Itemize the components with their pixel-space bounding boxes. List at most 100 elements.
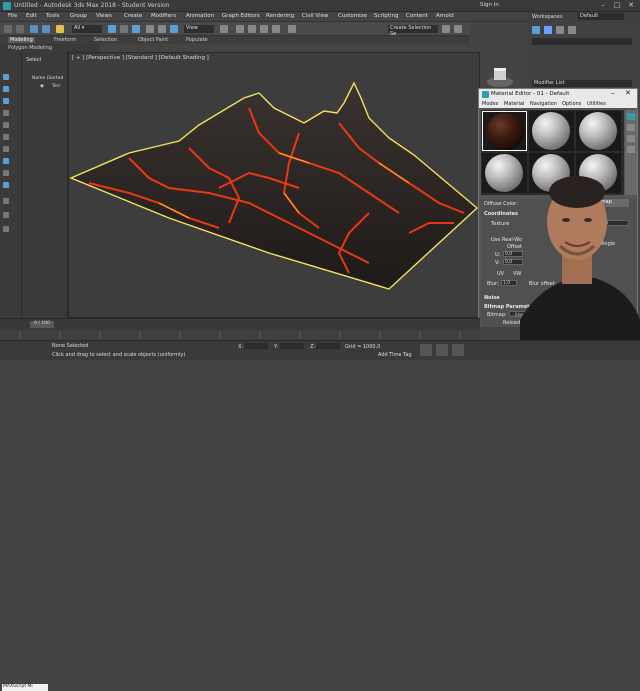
me-menu-material[interactable]: Material — [504, 101, 524, 107]
display-xrefs-icon[interactable] — [3, 170, 9, 176]
pivot-icon[interactable] — [220, 25, 228, 33]
material-slot-1[interactable] — [482, 111, 527, 151]
ribbon-tab-freeform[interactable]: Freeform — [54, 37, 76, 43]
named-selection-set[interactable]: Create Selection Se — [388, 25, 438, 37]
maximize-icon[interactable]: □ — [610, 1, 624, 11]
menu-content[interactable]: Content — [406, 13, 428, 19]
menu-modifiers[interactable]: Modifiers — [151, 13, 176, 19]
next-frame-icon[interactable] — [436, 344, 448, 356]
display-shapes-icon[interactable] — [3, 98, 9, 104]
object-name-field[interactable] — [532, 38, 632, 45]
motion-tab-icon[interactable] — [568, 26, 576, 34]
menu-group[interactable]: Group — [70, 13, 87, 19]
unlink-icon[interactable] — [42, 25, 50, 33]
background-icon[interactable] — [627, 135, 635, 142]
select-by-name-icon[interactable] — [120, 25, 128, 33]
display-spacewarps-icon[interactable] — [3, 146, 9, 152]
me-menu-options[interactable]: Options — [562, 101, 581, 107]
menu-animation[interactable]: Animation — [186, 13, 214, 19]
sign-in[interactable]: Sign In — [480, 2, 499, 8]
bind-space-warp-icon[interactable] — [56, 25, 64, 33]
invert-display-icon[interactable] — [3, 226, 9, 232]
align-icon[interactable] — [454, 25, 462, 33]
mirror-icon[interactable] — [442, 25, 450, 33]
rotate-icon[interactable] — [158, 25, 166, 33]
move-icon[interactable] — [146, 25, 154, 33]
coord-z-field[interactable] — [316, 343, 340, 349]
edit-named-selection-icon[interactable] — [288, 25, 296, 33]
display-cameras-icon[interactable] — [3, 122, 9, 128]
me-minimize-icon[interactable]: – — [611, 89, 615, 97]
texture-radio[interactable]: Texture — [491, 221, 509, 227]
material-slot-2[interactable] — [529, 111, 574, 151]
menu-rendering[interactable]: Rendering — [266, 13, 294, 19]
display-geometry-icon[interactable] — [3, 86, 9, 92]
display-all-icon[interactable] — [3, 198, 9, 204]
menu-views[interactable]: Views — [96, 13, 112, 19]
eye-icon[interactable]: ◉ — [40, 84, 44, 89]
explorer-select-tab[interactable]: Select — [26, 57, 41, 63]
snaps-toggle-icon[interactable] — [236, 25, 244, 33]
selection-filter[interactable]: All ▾ — [72, 25, 102, 33]
link-icon[interactable] — [30, 25, 38, 33]
explorer-column-header[interactable]: Name (Sorted — [32, 76, 63, 81]
create-tab-icon[interactable] — [532, 26, 540, 34]
me-menu-utilities[interactable]: Utilities — [587, 101, 606, 107]
redo-icon[interactable] — [16, 25, 24, 33]
display-none-icon[interactable] — [3, 212, 9, 218]
time-slider[interactable]: 0 / 100 — [0, 318, 480, 330]
modifier-list[interactable]: Modifier List — [532, 80, 632, 87]
maxscript-listener[interactable]: MAXScript Mi — [2, 684, 48, 691]
rectangular-selection-icon[interactable] — [132, 25, 140, 33]
track-bar[interactable] — [0, 330, 480, 340]
viewcube-icon[interactable] — [486, 66, 514, 88]
coord-y-field[interactable] — [280, 343, 304, 349]
display-helpers-icon[interactable] — [3, 134, 9, 140]
time-slider-thumb[interactable]: 0 / 100 — [30, 321, 54, 328]
spinner-snap-icon[interactable] — [272, 25, 280, 33]
ribbon-tab-object-paint[interactable]: Object Paint — [138, 37, 168, 43]
explorer-item-terrain[interactable]: Terr — [52, 84, 60, 89]
close-icon[interactable]: ✕ — [624, 1, 638, 11]
menu-customize[interactable]: Customize — [338, 13, 367, 19]
select-tool-icon[interactable] — [3, 74, 9, 80]
me-menu-modes[interactable]: Modes — [482, 101, 498, 107]
select-object-icon[interactable] — [108, 25, 116, 33]
me-menu-navigation[interactable]: Navigation — [530, 101, 557, 107]
use-real-world-checkbox[interactable]: Use Real-Wo — [491, 237, 522, 243]
reference-coordinate-system[interactable]: View — [184, 25, 214, 33]
display-lights-icon[interactable] — [3, 110, 9, 116]
terrain-mesh[interactable] — [69, 81, 479, 290]
material-editor-titlebar[interactable]: Material Editor - 01 - Default – ✕ — [479, 89, 637, 99]
scale-icon[interactable] — [170, 25, 178, 33]
undo-icon[interactable] — [4, 25, 12, 33]
me-close-icon[interactable]: ✕ — [625, 89, 631, 97]
zoom-icon[interactable] — [452, 344, 464, 356]
reload-button[interactable]: Reload — [503, 320, 520, 326]
uv-radio[interactable]: UV — [497, 271, 504, 277]
display-bones-icon[interactable] — [3, 182, 9, 188]
noise-rollout[interactable]: Noise — [484, 295, 500, 301]
blur-field[interactable]: 1,0 — [501, 280, 517, 286]
workspace-select[interactable]: Default — [578, 13, 624, 20]
hierarchy-tab-icon[interactable] — [556, 26, 564, 34]
menu-file[interactable]: File — [8, 13, 17, 19]
menu-civil-view[interactable]: Civil View — [302, 13, 328, 19]
sample-type-icon[interactable] — [627, 113, 635, 120]
menu-arnold[interactable]: Arnold — [436, 13, 454, 19]
perspective-viewport[interactable]: [ + ] [Perspective ] [Standard ] [Defaul… — [68, 52, 480, 318]
material-slot-3[interactable] — [576, 111, 621, 151]
menu-graph-editors[interactable]: Graph Editors — [222, 13, 260, 19]
coord-x-field[interactable] — [244, 343, 268, 349]
menu-scripting[interactable]: Scripting — [374, 13, 398, 19]
menu-tools[interactable]: Tools — [46, 13, 60, 19]
coordinates-rollout[interactable]: Coordinates — [484, 211, 518, 217]
playback-icon[interactable] — [420, 344, 432, 356]
backlight-icon[interactable] — [627, 124, 635, 131]
ribbon-tab-selection[interactable]: Selection — [94, 37, 117, 43]
menu-edit[interactable]: Edit — [26, 13, 37, 19]
minimize-icon[interactable]: – — [596, 1, 610, 11]
ribbon-tab-populate[interactable]: Populate — [186, 37, 208, 43]
menu-create[interactable]: Create — [124, 13, 142, 19]
ribbon-tab-modeling[interactable]: Modeling — [8, 37, 35, 43]
